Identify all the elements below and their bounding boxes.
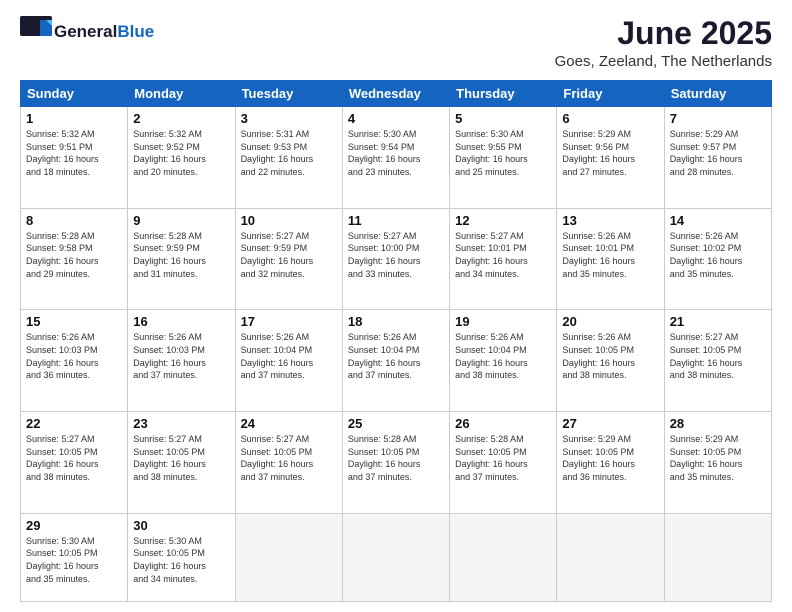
col-sunday: Sunday [21,81,128,107]
table-row [557,513,664,601]
table-row: 26Sunrise: 5:28 AMSunset: 10:05 PMDaylig… [450,412,557,514]
table-row: 2Sunrise: 5:32 AMSunset: 9:52 PMDaylight… [128,107,235,209]
table-row: 23Sunrise: 5:27 AMSunset: 10:05 PMDaylig… [128,412,235,514]
table-row: 3Sunrise: 5:31 AMSunset: 9:53 PMDaylight… [235,107,342,209]
table-row: 6Sunrise: 5:29 AMSunset: 9:56 PMDaylight… [557,107,664,209]
calendar-table: Sunday Monday Tuesday Wednesday Thursday… [20,80,772,602]
table-row: 24Sunrise: 5:27 AMSunset: 10:05 PMDaylig… [235,412,342,514]
logo-icon [20,16,52,48]
location-title: Goes, Zeeland, The Netherlands [555,53,772,70]
table-row [450,513,557,601]
table-row: 22Sunrise: 5:27 AMSunset: 10:05 PMDaylig… [21,412,128,514]
logo-blue: Blue [117,22,154,41]
table-row: 20Sunrise: 5:26 AMSunset: 10:05 PMDaylig… [557,310,664,412]
table-row: 4Sunrise: 5:30 AMSunset: 9:54 PMDaylight… [342,107,449,209]
logo: GeneralBlue [20,16,154,48]
table-row: 28Sunrise: 5:29 AMSunset: 10:05 PMDaylig… [664,412,771,514]
table-row: 16Sunrise: 5:26 AMSunset: 10:03 PMDaylig… [128,310,235,412]
title-block: June 2025 Goes, Zeeland, The Netherlands [555,16,772,70]
table-row: 9Sunrise: 5:28 AMSunset: 9:59 PMDaylight… [128,208,235,310]
col-tuesday: Tuesday [235,81,342,107]
table-row: 25Sunrise: 5:28 AMSunset: 10:05 PMDaylig… [342,412,449,514]
table-row: 13Sunrise: 5:26 AMSunset: 10:01 PMDaylig… [557,208,664,310]
table-row: 1Sunrise: 5:32 AMSunset: 9:51 PMDaylight… [21,107,128,209]
logo-general: General [54,22,117,41]
table-row [235,513,342,601]
table-row: 27Sunrise: 5:29 AMSunset: 10:05 PMDaylig… [557,412,664,514]
table-row: 15Sunrise: 5:26 AMSunset: 10:03 PMDaylig… [21,310,128,412]
col-monday: Monday [128,81,235,107]
table-row: 11Sunrise: 5:27 AMSunset: 10:00 PMDaylig… [342,208,449,310]
table-row: 18Sunrise: 5:26 AMSunset: 10:04 PMDaylig… [342,310,449,412]
table-row: 10Sunrise: 5:27 AMSunset: 9:59 PMDayligh… [235,208,342,310]
col-saturday: Saturday [664,81,771,107]
col-friday: Friday [557,81,664,107]
calendar-header-row: Sunday Monday Tuesday Wednesday Thursday… [21,81,772,107]
table-row [664,513,771,601]
month-title: June 2025 [555,16,772,51]
table-row: 29Sunrise: 5:30 AMSunset: 10:05 PMDaylig… [21,513,128,601]
col-wednesday: Wednesday [342,81,449,107]
table-row: 8Sunrise: 5:28 AMSunset: 9:58 PMDaylight… [21,208,128,310]
table-row: 14Sunrise: 5:26 AMSunset: 10:02 PMDaylig… [664,208,771,310]
header: GeneralBlue June 2025 Goes, Zeeland, The… [20,16,772,70]
table-row: 7Sunrise: 5:29 AMSunset: 9:57 PMDaylight… [664,107,771,209]
table-row [342,513,449,601]
table-row: 5Sunrise: 5:30 AMSunset: 9:55 PMDaylight… [450,107,557,209]
page: GeneralBlue June 2025 Goes, Zeeland, The… [0,0,792,612]
table-row: 19Sunrise: 5:26 AMSunset: 10:04 PMDaylig… [450,310,557,412]
table-row: 17Sunrise: 5:26 AMSunset: 10:04 PMDaylig… [235,310,342,412]
table-row: 12Sunrise: 5:27 AMSunset: 10:01 PMDaylig… [450,208,557,310]
table-row: 30Sunrise: 5:30 AMSunset: 10:05 PMDaylig… [128,513,235,601]
col-thursday: Thursday [450,81,557,107]
table-row: 21Sunrise: 5:27 AMSunset: 10:05 PMDaylig… [664,310,771,412]
